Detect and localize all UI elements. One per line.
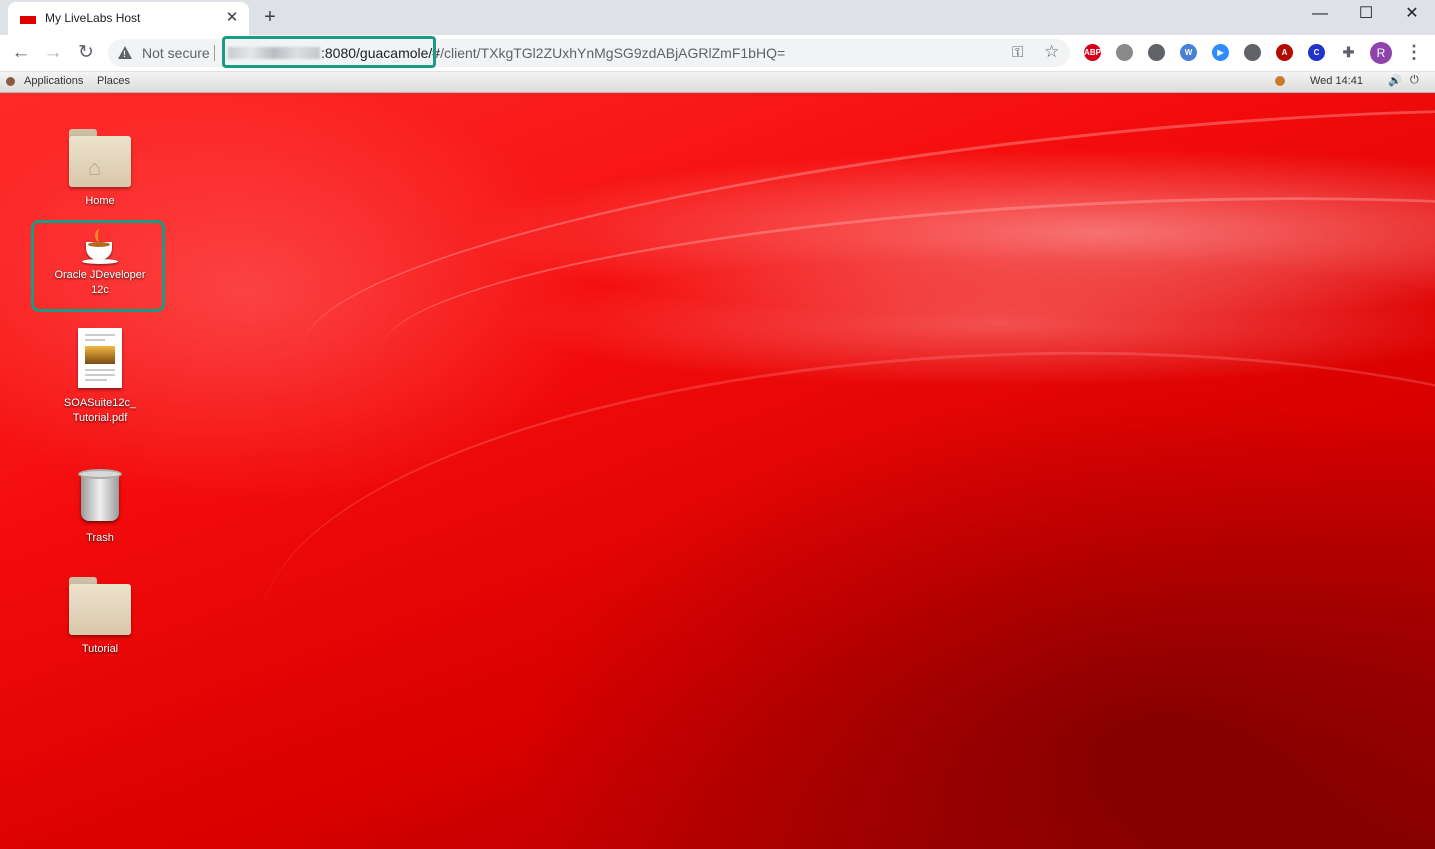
c-extension-icon[interactable]: C: [1308, 44, 1325, 61]
icon-label: Tutorial.pdf: [72, 412, 128, 424]
back-button[interactable]: ←: [8, 40, 34, 66]
close-window-button[interactable]: ✕: [1389, 0, 1435, 30]
browser-toolbar: ← → ↻ ! Not secure :8080/guacamole/#/cli…: [0, 35, 1435, 72]
oracle-favicon-icon: [20, 13, 36, 24]
desktop-icon-pdf[interactable]: SOASuite12c_ Tutorial.pdf: [40, 328, 160, 426]
profile-avatar[interactable]: R: [1370, 42, 1392, 64]
acrobat-icon[interactable]: A: [1276, 44, 1293, 61]
circle-extension-icon[interactable]: [1148, 44, 1165, 61]
desktop-icon-tutorial[interactable]: Tutorial: [40, 577, 160, 657]
desktop: ⌂ Home Oracle JDeveloper 12c SOASuite12c…: [0, 93, 1435, 849]
icon-label: Tutorial: [81, 643, 119, 655]
tab-title: My LiveLabs Host: [45, 11, 141, 25]
applications-menu[interactable]: Applications: [24, 75, 83, 87]
network-status-icon[interactable]: [1275, 76, 1285, 86]
gear-extension-icon[interactable]: [1244, 44, 1261, 61]
folder-icon: [69, 577, 131, 635]
url-client-path: /client/TXkgTGl2ZUxhYnMgSG9zdABjAGRlZmF1…: [440, 45, 786, 61]
power-icon[interactable]: ⏻: [1410, 74, 1419, 87]
maximize-button[interactable]: ☐: [1343, 0, 1389, 30]
tab-strip: My LiveLabs Host ✕ + — ☐ ✕: [0, 0, 1435, 35]
trash-icon: [78, 469, 122, 523]
volume-icon[interactable]: 🔊: [1388, 74, 1402, 87]
address-bar[interactable]: ! Not secure :8080/guacamole/#/client/TX…: [108, 36, 1070, 68]
speech-bubble-icon[interactable]: [1116, 44, 1133, 61]
desktop-icon-trash[interactable]: Trash: [40, 469, 160, 546]
icon-label: Trash: [86, 532, 114, 544]
zoom-icon[interactable]: ▶: [1212, 44, 1229, 61]
clock[interactable]: Wed 14:41: [1310, 75, 1363, 87]
forward-button[interactable]: →: [40, 40, 66, 66]
gnome-foot-icon: [6, 77, 15, 86]
icon-label: Home: [85, 195, 115, 207]
new-tab-button[interactable]: +: [258, 6, 282, 30]
tab-close-icon[interactable]: ✕: [222, 8, 242, 28]
icon-label: SOASuite12c_: [63, 397, 137, 409]
w-extension-icon[interactable]: W: [1180, 44, 1197, 61]
security-label[interactable]: Not secure: [142, 45, 210, 61]
desktop-icon-home[interactable]: ⌂ Home: [40, 129, 160, 209]
browser-menu-icon[interactable]: ⋮: [1404, 40, 1424, 64]
gnome-top-bar: Applications Places Wed 14:41 🔊 ⏻: [0, 72, 1435, 93]
jdeveloper-highlight-box: [31, 220, 165, 312]
bookmark-star-icon[interactable]: ☆: [1044, 42, 1059, 62]
home-folder-icon: ⌂: [69, 129, 131, 187]
divider: [214, 45, 215, 61]
minimize-button[interactable]: —: [1297, 0, 1343, 30]
adblock-plus-icon[interactable]: ABP: [1084, 44, 1101, 61]
pdf-document-icon: [78, 328, 122, 388]
reload-button[interactable]: ↻: [73, 40, 99, 66]
places-menu[interactable]: Places: [97, 75, 130, 87]
url-highlight-box: [222, 36, 436, 68]
wallpaper-streak: [251, 326, 1435, 849]
browser-tab[interactable]: My LiveLabs Host ✕: [8, 2, 249, 35]
puzzle-icon[interactable]: ✚: [1340, 44, 1357, 61]
key-icon[interactable]: ⚿: [1012, 44, 1023, 61]
